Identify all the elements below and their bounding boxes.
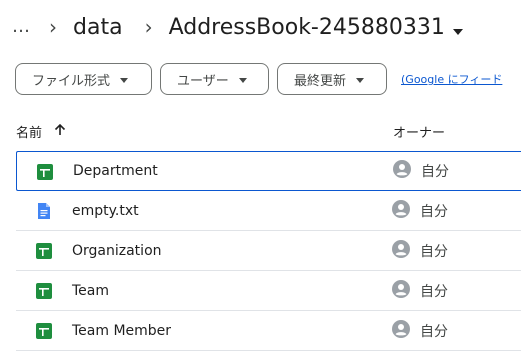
caret-down-icon	[452, 16, 463, 41]
owner-name: 自分	[420, 283, 448, 300]
file-row[interactable]: Department 自分	[16, 151, 521, 191]
owner-name: 自分	[420, 243, 448, 260]
user-filter[interactable]: ユーザー	[160, 63, 269, 95]
avatar-icon	[393, 160, 411, 182]
spreadsheet-icon	[36, 283, 52, 299]
avatar-icon	[392, 199, 410, 222]
file-name: Team	[72, 282, 110, 299]
file-name: Team Member	[72, 322, 172, 339]
owner-cell: 自分	[392, 279, 448, 302]
caret-down-icon	[238, 72, 247, 87]
breadcrumb-current-folder[interactable]: AddressBook-245880331	[169, 14, 463, 41]
current-folder-label: AddressBook-245880331	[168, 14, 445, 40]
google-feed-link[interactable]: (Google にフィード	[401, 71, 502, 87]
file-type-filter-label: ファイル形式	[32, 73, 111, 89]
avatar-icon	[392, 319, 410, 342]
owner-cell: 自分	[392, 199, 448, 222]
breadcrumb-more-button[interactable]: …	[12, 18, 31, 36]
user-filter-label: ユーザー	[177, 73, 229, 89]
avatar-icon	[392, 239, 410, 262]
owner-name: 自分	[420, 323, 448, 340]
breadcrumb: … › data › AddressBook-245880331	[12, 10, 463, 44]
sort-ascending-icon[interactable]	[54, 123, 66, 140]
file-type-filter[interactable]: ファイル形式	[15, 63, 152, 95]
caret-down-icon	[356, 72, 365, 87]
file-row[interactable]: Organization 自分	[16, 231, 521, 271]
owner-cell: 自分	[392, 319, 448, 342]
owner-cell: 自分	[393, 160, 449, 182]
chevron-right-icon: ›	[144, 15, 153, 39]
spreadsheet-icon	[36, 323, 52, 339]
caret-down-icon	[120, 72, 129, 87]
chevron-right-icon: ›	[49, 15, 57, 39]
name-column-label: 名前	[16, 126, 43, 141]
owner-name: 自分	[421, 164, 449, 180]
owner-cell: 自分	[392, 239, 448, 262]
file-name: Organization	[72, 242, 162, 259]
owner-column-header[interactable]: オーナー	[393, 122, 445, 141]
list-header: 名前 オーナー	[0, 113, 521, 149]
document-icon	[36, 203, 52, 219]
name-column-header[interactable]: 名前	[16, 122, 66, 141]
file-row[interactable]: empty.txt 自分	[16, 191, 521, 231]
file-row[interactable]: Team 自分	[16, 271, 521, 311]
filter-bar: ファイル形式 ユーザー 最終更新 (Google にフィード	[15, 63, 502, 95]
modified-filter-label: 最終更新	[294, 73, 347, 89]
spreadsheet-icon	[36, 243, 52, 259]
file-row[interactable]: Team Member 自分	[16, 311, 521, 351]
breadcrumb-item-data[interactable]: data	[73, 15, 123, 40]
modified-filter[interactable]: 最終更新	[277, 63, 387, 95]
file-name: Department	[73, 163, 158, 179]
avatar-icon	[392, 279, 410, 302]
file-list: Department 自分 empty.txt 自分 Organization	[16, 151, 521, 351]
file-name: empty.txt	[72, 202, 139, 219]
spreadsheet-icon	[37, 164, 53, 180]
owner-name: 自分	[420, 203, 448, 220]
